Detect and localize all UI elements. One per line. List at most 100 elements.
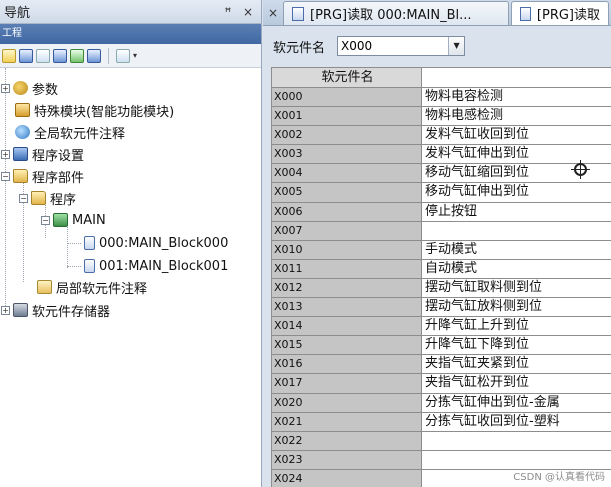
device-name-cell[interactable]: X015 <box>272 336 422 356</box>
device-name-cell[interactable]: X011 <box>272 259 422 279</box>
table-row[interactable]: X011 自动模式 <box>272 259 611 279</box>
device-name-cell[interactable]: X017 <box>272 374 422 394</box>
device-name-cell[interactable]: X002 <box>272 126 422 146</box>
tree-item-program[interactable]: − 程序 <box>19 188 76 208</box>
table-row[interactable]: X010 手动模式 <box>272 240 611 260</box>
close-icon[interactable]: × <box>263 1 283 25</box>
filter-icon[interactable] <box>116 48 130 63</box>
tree-item-main[interactable]: − MAIN <box>41 210 106 230</box>
tab-prg-main-block000[interactable]: [PRG]读取 000:MAIN_Bl... <box>283 1 509 25</box>
special-module-icon <box>15 103 30 117</box>
comment-cell[interactable]: 物料电感检测 <box>422 107 611 127</box>
comment-cell[interactable]: 发料气缸伸出到位 <box>422 145 611 165</box>
table-row[interactable]: X020 分拣气缸伸出到位-金属 <box>272 393 611 413</box>
device-name-cell[interactable]: X007 <box>272 221 422 241</box>
navigation-pane: 导航 ꟸ × 工程 ▾ + 参数 特殊模块(智能功能模块) 全局软元件注释 + … <box>0 0 262 487</box>
table-row[interactable]: X007 <box>272 221 611 241</box>
expand-icon[interactable]: + <box>1 83 10 93</box>
device-name-cell[interactable]: X004 <box>272 164 422 184</box>
device-name-cell[interactable]: X022 <box>272 431 422 451</box>
tree-item-program-setting[interactable]: + 程序设置 <box>1 144 84 164</box>
comment-cell[interactable]: 手动模式 <box>422 241 611 260</box>
comment-cell[interactable]: 升降气缸上升到位 <box>422 317 611 337</box>
chevron-down-icon[interactable]: ▾ <box>133 51 137 60</box>
tree-item-block000[interactable]: 000:MAIN_Block000 <box>84 233 228 253</box>
device-name-cell[interactable]: X003 <box>272 145 422 165</box>
device-name-cell[interactable]: X023 <box>272 450 422 470</box>
comment-cell[interactable]: 摆动气缸放料侧到位 <box>422 298 611 318</box>
folder-icon <box>31 191 46 205</box>
column-header-comment[interactable] <box>422 68 611 88</box>
table-row[interactable]: X004 移动气缸缩回到位 <box>272 164 611 184</box>
table-row[interactable]: X016 夹指气缸夹紧到位 <box>272 355 611 375</box>
comment-cell[interactable]: 夹指气缸松开到位 <box>422 374 611 394</box>
collapse-icon[interactable]: − <box>19 193 28 203</box>
table-row[interactable]: X015 升降气缸下降到位 <box>272 336 611 356</box>
comment-cell[interactable]: 自动模式 <box>422 260 611 279</box>
refresh-icon[interactable] <box>70 48 84 63</box>
device-name-cell[interactable]: X012 <box>272 278 422 299</box>
tree-item-device-memory[interactable]: + 软元件存储器 <box>1 300 110 320</box>
device-name-combobox[interactable]: X000 ▼ <box>337 36 466 56</box>
comment-cell[interactable]: 停止按钮 <box>422 203 611 222</box>
comment-cell[interactable]: 夹指气缸夹紧到位 <box>422 355 611 375</box>
tree-item-block001[interactable]: 001:MAIN_Block001 <box>84 256 228 276</box>
table-row[interactable]: X012 摆动气缸取料侧到位 <box>272 278 611 299</box>
tree-item-local-comment[interactable]: 局部软元件注释 <box>37 277 147 297</box>
table-row[interactable]: X022 <box>272 431 611 451</box>
device-name-cell[interactable]: X024 <box>272 469 422 487</box>
device-name-cell[interactable]: X014 <box>272 317 422 337</box>
table-row[interactable]: X000 物料电容检测 <box>272 88 611 108</box>
table-row[interactable]: X006 停止按钮 <box>272 202 611 222</box>
close-icon[interactable]: × <box>241 5 255 19</box>
tree-item-special-module[interactable]: 特殊模块(智能功能模块) <box>15 100 174 120</box>
block-icon <box>84 259 95 273</box>
comment-cell[interactable]: 摆动气缸取料侧到位 <box>422 279 611 299</box>
expand-icon[interactable]: + <box>1 149 10 159</box>
comment-cell[interactable] <box>422 432 611 451</box>
expand-icon[interactable]: + <box>1 305 10 315</box>
new-item-icon[interactable] <box>2 48 16 63</box>
table-row[interactable]: X023 <box>272 450 611 470</box>
comment-cell[interactable] <box>422 451 611 470</box>
comment-cell[interactable]: 分拣气缸伸出到位-金属 <box>422 394 611 413</box>
chevron-down-icon[interactable]: ▼ <box>448 37 465 55</box>
main-program-icon <box>53 213 68 227</box>
tree-item-program-parts[interactable]: − 程序部件 <box>1 166 84 186</box>
table-row[interactable]: X005 移动气缸伸出到位 <box>272 183 611 203</box>
device-name-cell[interactable]: X021 <box>272 412 422 432</box>
device-name-cell[interactable]: X016 <box>272 355 422 375</box>
table-row[interactable]: X003 发料气缸伸出到位 <box>272 145 611 165</box>
tree-item-global-comment[interactable]: 全局软元件注释 <box>15 122 126 142</box>
table-row[interactable]: X001 物料电感检测 <box>272 107 611 127</box>
copy-icon[interactable] <box>19 48 33 63</box>
comment-cell[interactable]: 移动气缸伸出到位 <box>422 183 611 203</box>
table-row[interactable]: X013 摆动气缸放料侧到位 <box>272 298 611 318</box>
device-name-cell[interactable]: X013 <box>272 298 422 318</box>
device-name-cell[interactable]: X006 <box>272 202 422 222</box>
comment-cell[interactable]: 物料电容检测 <box>422 88 611 108</box>
table-row[interactable]: X017 夹指气缸松开到位 <box>272 374 611 394</box>
paste-icon[interactable] <box>36 48 50 63</box>
column-header-device-name[interactable]: 软元件名 <box>272 68 422 88</box>
device-name-cell[interactable]: X000 <box>272 88 422 108</box>
comment-cell[interactable]: 升降气缸下降到位 <box>422 336 611 356</box>
table-row[interactable]: X021 分拣气缸收回到位-塑料 <box>272 412 611 432</box>
properties-icon[interactable] <box>53 48 67 63</box>
tree-item-parameter[interactable]: + 参数 <box>1 78 58 98</box>
comment-cell[interactable] <box>422 222 611 241</box>
device-name-cell[interactable]: X010 <box>272 240 422 260</box>
device-name-cell[interactable]: X001 <box>272 107 422 127</box>
tree-item-label: 软元件存储器 <box>32 304 111 320</box>
table-row[interactable]: X014 升降气缸上升到位 <box>272 317 611 337</box>
comment-cell[interactable]: 分拣气缸收回到位-塑料 <box>422 413 611 432</box>
device-name-cell[interactable]: X005 <box>272 183 422 203</box>
device-name-cell[interactable]: X020 <box>272 393 422 413</box>
comment-cell[interactable]: 发料气缸收回到位 <box>422 126 611 146</box>
collapse-icon[interactable]: − <box>41 215 50 225</box>
collapse-icon[interactable]: − <box>1 171 10 181</box>
table-row[interactable]: X002 发料气缸收回到位 <box>272 126 611 146</box>
delete-icon[interactable] <box>87 48 101 63</box>
pin-icon[interactable]: ꟸ <box>221 5 235 19</box>
tab-prg-read[interactable]: [PRG]读取 <box>511 1 609 25</box>
